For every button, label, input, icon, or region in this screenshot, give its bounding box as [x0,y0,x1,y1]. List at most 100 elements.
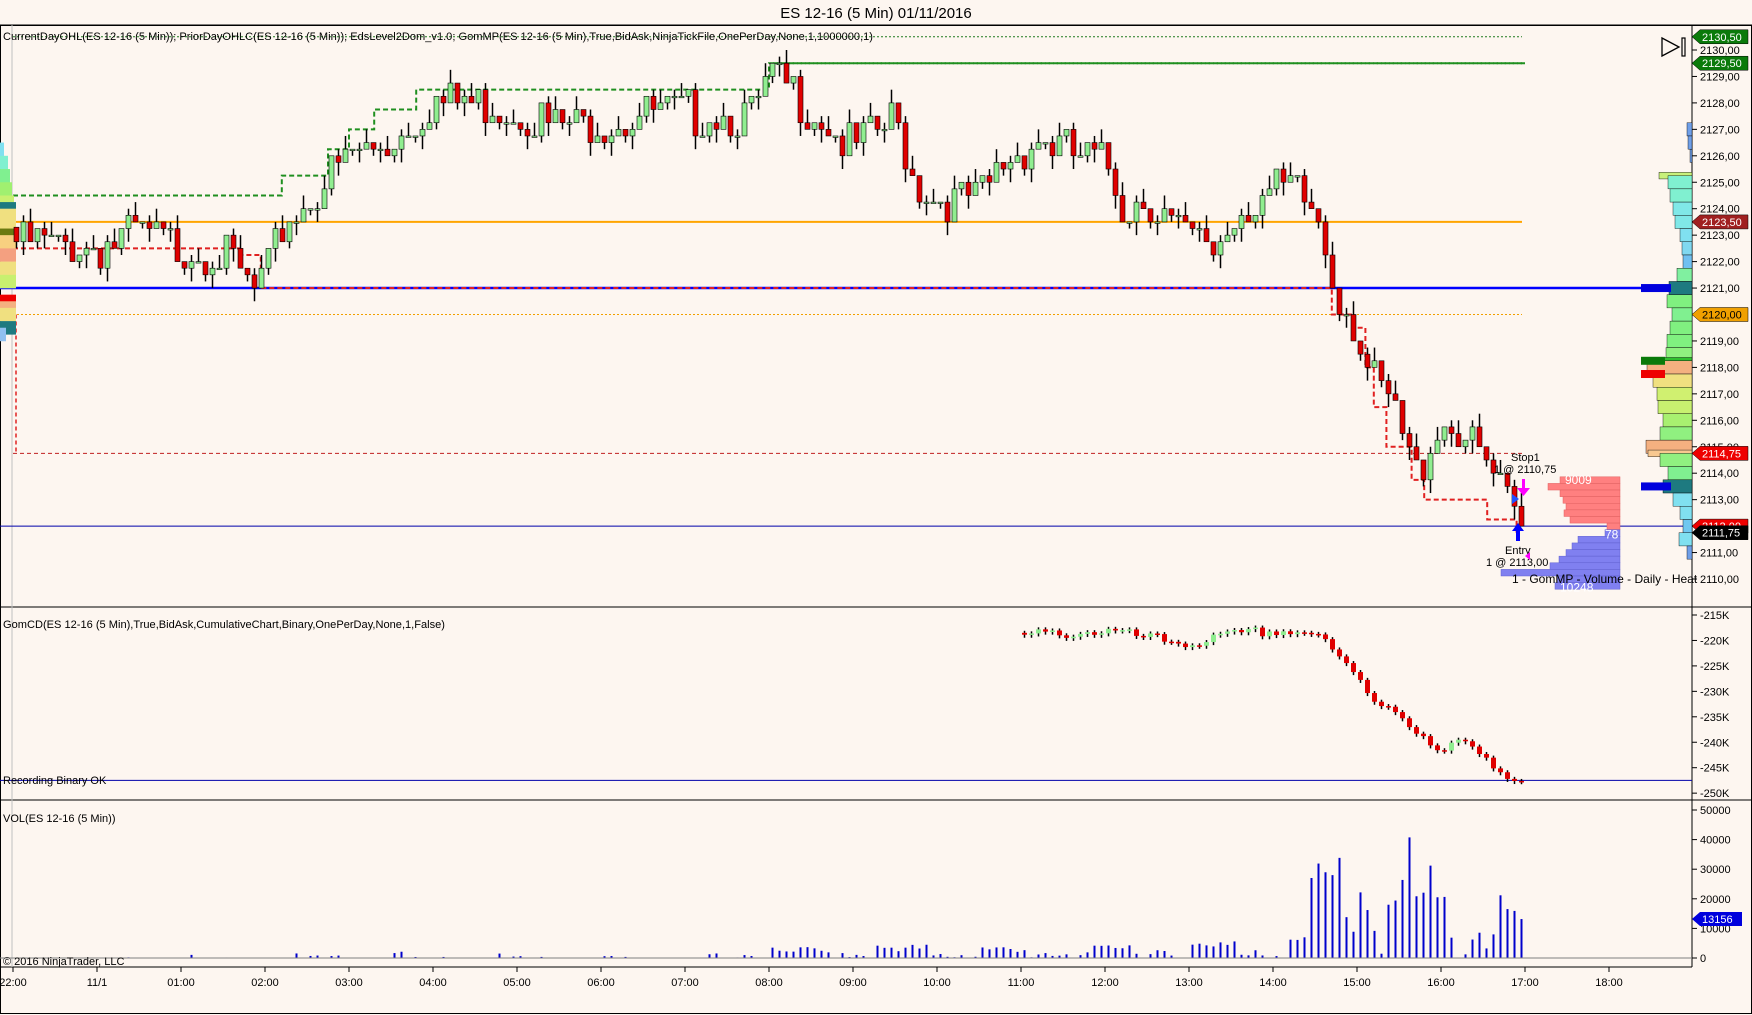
volume-bar[interactable] [1401,879,1404,958]
volume-bar[interactable] [1366,910,1369,958]
volume-bar[interactable] [1429,865,1432,958]
volume-bar[interactable] [981,947,984,958]
volume-bar[interactable] [1009,948,1012,958]
chart-window[interactable]: ES 12-16 (5 Min) 01/11/2016 900978102481… [0,0,1752,1015]
volume-bar[interactable] [771,947,774,958]
volume-bar[interactable] [1100,945,1103,958]
candle-body [125,215,132,229]
volume-bar[interactable] [1464,954,1467,958]
volume-bar[interactable] [715,953,718,958]
volume-bar[interactable] [1254,950,1257,958]
volume-bar[interactable] [1317,863,1320,958]
volume-bar[interactable] [1359,892,1362,958]
volume-bar[interactable] [1303,937,1306,958]
volume-bar[interactable] [1065,954,1068,958]
volume-bar[interactable] [1149,954,1152,958]
volume-bar[interactable] [1044,953,1047,958]
volume-bar[interactable] [1289,939,1292,958]
volume-bar[interactable] [876,945,879,958]
time-tick-label: 22:00 [0,977,27,989]
volume-bar[interactable] [1037,954,1040,958]
volume-bar[interactable] [1163,950,1166,958]
volume-bar[interactable] [1338,857,1341,958]
volume-bar[interactable] [1086,952,1089,958]
volume-bar[interactable] [295,953,298,958]
volume-bar[interactable] [897,951,900,958]
delta-body [1449,742,1454,751]
volume-bar[interactable] [1450,937,1453,958]
volume-bar[interactable] [1436,897,1439,958]
volume-bar[interactable] [1471,939,1474,958]
volume-bar[interactable] [1352,931,1355,958]
volume-bar[interactable] [1394,900,1397,958]
candle-body [1343,314,1350,317]
volume-bar[interactable] [939,954,942,958]
volume-bar[interactable] [778,950,781,958]
volume-bar[interactable] [918,948,921,958]
volume-bar[interactable] [1520,919,1523,958]
volume-bar[interactable] [1380,953,1383,958]
volume-bar[interactable] [1135,953,1138,958]
volume-bar[interactable] [841,953,844,958]
time-tick-label: 13:00 [1175,977,1203,989]
volume-bar[interactable] [1422,892,1425,958]
volume-bar[interactable] [1205,945,1208,958]
delta-body [1519,780,1524,783]
volume-bar[interactable] [1016,951,1019,958]
stop-label: Stop1 [1511,452,1540,464]
volume-bar[interactable] [1324,872,1327,958]
volume-bar[interactable] [1387,904,1390,958]
volume-bar[interactable] [393,953,396,958]
volume-bar[interactable] [1492,934,1495,958]
volume-bar[interactable] [813,948,816,958]
volume-bar[interactable] [785,951,788,958]
volume-bar[interactable] [1331,875,1334,958]
volume-bar[interactable] [1345,917,1348,958]
stop-detail: 1 @ 2110,75 [1494,464,1556,476]
volume-bar[interactable] [883,947,886,958]
volume-bar[interactable] [1212,946,1215,958]
volume-bar[interactable] [498,953,501,958]
volume-bar[interactable] [1107,945,1110,958]
volume-bar[interactable] [708,954,711,958]
volume-bar[interactable] [827,952,830,958]
volume-bar[interactable] [1191,944,1194,958]
volume-bar[interactable] [1219,942,1222,958]
volume-bar[interactable] [1513,910,1516,958]
volume-bar[interactable] [1233,941,1236,958]
volume-bar[interactable] [925,944,928,958]
volume-bar[interactable] [1226,944,1229,958]
delta-body [1386,706,1391,708]
volume-bar[interactable] [1121,948,1124,958]
volume-bar[interactable] [1499,895,1502,958]
volume-bar[interactable] [1506,909,1509,958]
volume-bar[interactable] [806,947,809,958]
volume-bar[interactable] [995,947,998,958]
delta-body [1162,634,1167,642]
volume-bar[interactable] [1128,945,1131,958]
volume-bar[interactable] [1485,948,1488,958]
candle-body [860,122,867,143]
volume-bar[interactable] [400,951,403,958]
volume-bar[interactable] [1478,932,1481,958]
volume-bar[interactable] [1156,950,1159,958]
volume-bar[interactable] [792,951,795,958]
volume-bar[interactable] [1296,939,1299,958]
volume-bar[interactable] [904,947,907,958]
volume-bar[interactable] [911,944,914,958]
delta-body [1141,635,1146,638]
volume-bar[interactable] [820,950,823,958]
volume-bar[interactable] [988,949,991,958]
volume-bar[interactable] [1443,896,1446,958]
volume-bar[interactable] [1408,837,1411,958]
volume-bar[interactable] [890,947,893,958]
volume-bar[interactable] [1093,945,1096,958]
volume-bar[interactable] [1198,943,1201,958]
volume-bar[interactable] [1373,930,1376,958]
volume-bar[interactable] [799,947,802,958]
volume-bar[interactable] [1002,947,1005,958]
volume-bar[interactable] [1023,950,1026,958]
volume-bar[interactable] [1415,896,1418,958]
volume-bar[interactable] [1310,877,1313,958]
volume-bar[interactable] [1114,947,1117,958]
